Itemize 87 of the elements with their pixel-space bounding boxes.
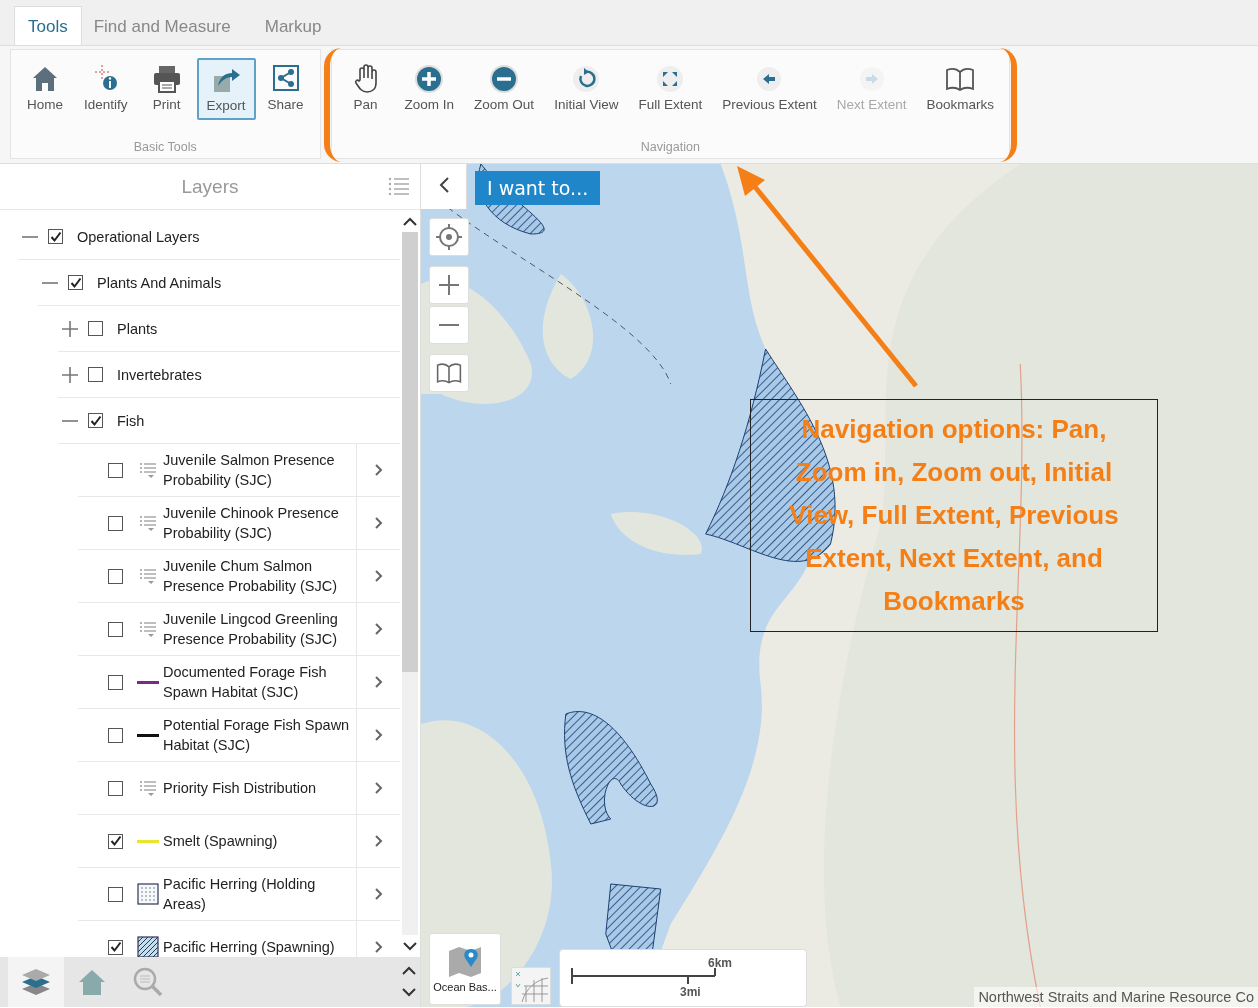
- layer-label: Juvenile Salmon Presence Probability (SJC): [163, 451, 336, 490]
- i-want-to-button[interactable]: I want to...: [475, 171, 601, 205]
- list-icon[interactable]: [388, 176, 410, 196]
- chevron-right-icon: [373, 940, 384, 954]
- checkbox[interactable]: [108, 462, 123, 478]
- layer-group-label: Plants And Animals: [97, 274, 222, 291]
- zoom-in-icon: [413, 63, 446, 95]
- layer-group-label: Operational Layers: [77, 228, 200, 245]
- checkbox[interactable]: [108, 621, 123, 637]
- group-title: Basic Tools: [132, 140, 198, 156]
- map-pin-icon: [447, 945, 483, 977]
- toolbar-button[interactable]: Pan: [337, 58, 394, 118]
- panel-title: Layers: [181, 175, 239, 198]
- toolbar-button[interactable]: Previous Extent: [713, 58, 826, 118]
- legend-classes-icon: [137, 779, 159, 797]
- toolbar-button[interactable]: Initial View: [545, 58, 628, 118]
- checkbox[interactable]: [108, 515, 123, 531]
- toolbar-button[interactable]: Print: [138, 58, 195, 120]
- expand-icon[interactable]: [62, 320, 78, 337]
- legend-classes-icon: [137, 514, 159, 532]
- layer-group-label: Invertebrates: [117, 366, 202, 383]
- toolbar-button[interactable]: Identify: [75, 58, 137, 120]
- collapse-icon[interactable]: [22, 235, 38, 238]
- group-title: Navigation: [639, 140, 701, 156]
- scrollbar[interactable]: [402, 232, 418, 935]
- collapse-icon[interactable]: [62, 419, 78, 422]
- checkbox[interactable]: [108, 780, 123, 796]
- toolbar-button[interactable]: Export: [196, 58, 256, 120]
- chevron-right-icon: [373, 887, 384, 901]
- checkbox[interactable]: [68, 275, 83, 290]
- locate-button[interactable]: [429, 218, 469, 256]
- chevron-right-icon: [373, 728, 384, 742]
- toolbar-button[interactable]: Zoom Out: [465, 58, 544, 118]
- zoom-out-button[interactable]: [429, 306, 469, 344]
- ribbon-tab[interactable]: Tools: [14, 6, 82, 45]
- attribution-text: Northwest Straits and Marine Resource Co: [974, 987, 1258, 1007]
- collapse-icon[interactable]: [42, 281, 58, 284]
- zoom-in-button[interactable]: [429, 266, 469, 304]
- layer-group-label: Plants: [117, 320, 158, 337]
- plus-icon: [436, 272, 462, 298]
- checkbox[interactable]: [108, 727, 123, 743]
- legend-classes-icon: [137, 567, 159, 585]
- zoom-out-icon: [488, 63, 521, 95]
- checkbox[interactable]: [88, 367, 103, 382]
- basemap-button[interactable]: Ocean Bas...: [429, 933, 501, 1005]
- toolbar-button[interactable]: Home: [17, 58, 73, 120]
- chevron-right-icon: [373, 516, 384, 530]
- toolbar-button[interactable]: Full Extent: [629, 58, 712, 118]
- search-icon: [131, 965, 165, 999]
- layer-label: Potential Forage Fish Spawn Habitat (SJC): [163, 716, 351, 755]
- layer-label: Juvenile Lingcod Greenling Presence Probability (SJC): [163, 610, 339, 649]
- layer-group-label: Fish: [117, 412, 145, 429]
- legend-hatched-fill-icon: [137, 936, 159, 957]
- layer-label: Priority Fish Distribution: [163, 779, 318, 798]
- chevron-right-icon: [373, 781, 384, 795]
- checkbox[interactable]: [88, 413, 103, 428]
- toolbar-button[interactable]: Bookmarks: [917, 58, 1004, 118]
- checkbox[interactable]: [108, 568, 123, 584]
- minus-icon: [439, 324, 459, 326]
- crosshair-icon: [434, 222, 464, 252]
- chevron-right-icon: [373, 569, 384, 583]
- toolbar-button[interactable]: Zoom In: [395, 58, 464, 118]
- panel-tab[interactable]: [8, 957, 64, 1007]
- legend-classes-icon: [137, 461, 159, 479]
- expand-icon[interactable]: [62, 366, 78, 383]
- layer-label: Juvenile Chum Salmon Presence Probability (SJC): [163, 557, 339, 596]
- checkbox[interactable]: [48, 229, 63, 244]
- chevron-right-icon: [373, 834, 384, 848]
- layer-label: Documented Forage Fish Spawn Habitat (SJC): [163, 663, 328, 702]
- layer-label: Smelt (Spawning): [163, 832, 279, 851]
- legend-classes-icon: [137, 620, 159, 638]
- chevron-right-icon: [373, 463, 384, 477]
- scale-label: 6km: [708, 956, 733, 970]
- bookmarks-button[interactable]: [429, 354, 469, 392]
- checkbox[interactable]: [108, 886, 123, 902]
- layer-label: Pacific Herring (Spawning): [163, 938, 336, 957]
- scale-label: 3mi: [680, 985, 701, 999]
- chevron-right-icon: [373, 622, 384, 636]
- layer-label: Juvenile Chinook Presence Probability (SJC): [163, 504, 340, 543]
- legend-dotted-fill-icon: [137, 883, 159, 905]
- chevron-right-icon: [373, 675, 384, 689]
- toolbar-button[interactable]: Share: [257, 58, 314, 120]
- checkbox[interactable]: [108, 833, 123, 849]
- checkbox[interactable]: [108, 939, 123, 955]
- checkbox[interactable]: [88, 321, 103, 336]
- checkbox[interactable]: [108, 674, 123, 690]
- layer-label: Pacific Herring (Holding Areas): [163, 875, 317, 914]
